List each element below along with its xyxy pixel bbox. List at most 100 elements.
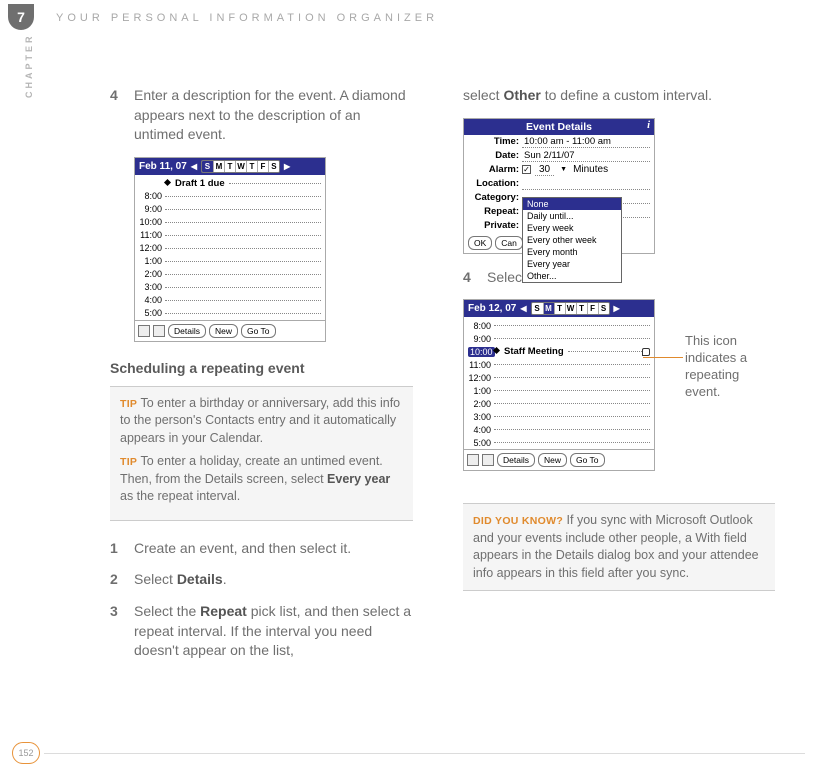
next-arrow-icon[interactable]: ▶: [284, 162, 290, 171]
step-1: 1 Create an event, and then select it.: [110, 539, 413, 559]
date-field[interactable]: Sun 2/11/07: [522, 150, 650, 162]
weekday-cell[interactable]: S: [532, 303, 543, 314]
weekday-cell[interactable]: T: [554, 303, 565, 314]
field-label: Date:: [468, 150, 522, 161]
field-label: Alarm:: [468, 164, 522, 175]
field-label: Time:: [468, 136, 522, 147]
date-label: Feb 11, 07: [139, 161, 187, 172]
did-you-know-box: DID YOU KNOW? If you sync with Microsoft…: [463, 503, 775, 591]
time-label: 11:00: [139, 230, 165, 240]
step-number: 1: [110, 539, 134, 559]
time-label: 10:00: [139, 217, 165, 227]
date-label: Feb 12, 07: [468, 303, 516, 314]
time-field[interactable]: 10:00 am - 11:00 am: [522, 136, 650, 148]
weekday-cell[interactable]: S: [202, 161, 213, 172]
tip-tag: TIP: [120, 456, 137, 468]
dropdown-item[interactable]: Every other week: [523, 234, 621, 246]
weekday-cell[interactable]: F: [587, 303, 598, 314]
step-text: Select Details.: [134, 570, 413, 590]
tip-text: To enter a holiday, create an untimed ev…: [120, 454, 390, 503]
event-title: Staff Meeting: [502, 346, 564, 357]
selected-time: 10:00: [468, 347, 495, 357]
step-number: 2: [110, 570, 134, 590]
calendar-day-view-mock: Feb 11, 07 ◀ S M T W T F S ▶ Draft 1 due: [134, 157, 326, 342]
repeat-dropdown[interactable]: None Daily until... Every week Every oth…: [522, 197, 622, 283]
time-label: 5:00: [139, 308, 165, 318]
time-label: 12:00: [468, 373, 494, 383]
dropdown-item[interactable]: None: [523, 198, 621, 210]
dyk-tag: DID YOU KNOW?: [473, 515, 563, 527]
step-number: 3: [110, 602, 134, 661]
view-icon[interactable]: [482, 454, 494, 466]
tip-box: TIP To enter a birthday or anniversary, …: [110, 386, 413, 521]
step-text: Enter a description for the event. A dia…: [134, 86, 413, 145]
time-label: 3:00: [468, 412, 494, 422]
ok-button[interactable]: OK: [468, 236, 492, 250]
diamond-icon: [164, 179, 171, 186]
calendar-day-view-mock-2: Feb 12, 07 ◀ S M T W T F S ▶ 8:00 9:: [463, 299, 655, 471]
weekday-cell[interactable]: S: [598, 303, 609, 314]
page-header-title: YOUR PERSONAL INFORMATION ORGANIZER: [56, 12, 438, 24]
view-icon[interactable]: [138, 325, 150, 337]
new-button[interactable]: New: [209, 324, 238, 338]
weekday-cell[interactable]: T: [224, 161, 235, 172]
tip-text: To enter a birthday or anniversary, add …: [120, 396, 400, 445]
time-label: 12:00: [139, 243, 165, 253]
weekday-cell[interactable]: T: [246, 161, 257, 172]
time-label: 3:00: [139, 282, 165, 292]
dropdown-item[interactable]: Every month: [523, 246, 621, 258]
dropdown-item[interactable]: Other...: [523, 270, 621, 282]
step-3: 3 Select the Repeat pick list, and then …: [110, 602, 413, 661]
goto-button[interactable]: Go To: [570, 453, 605, 467]
location-field[interactable]: [522, 178, 650, 190]
cancel-button[interactable]: Can: [495, 236, 523, 250]
dropdown-icon[interactable]: ▼: [558, 166, 569, 173]
step-number: 4: [110, 86, 134, 145]
dropdown-item[interactable]: Daily until...: [523, 210, 621, 222]
details-button[interactable]: Details: [497, 453, 535, 467]
section-heading: Scheduling a repeating event: [110, 360, 413, 376]
next-arrow-icon[interactable]: ▶: [614, 304, 620, 313]
field-label: Location:: [468, 178, 522, 189]
repeat-icon: [642, 348, 650, 356]
time-label: 8:00: [139, 191, 165, 201]
weekday-cell[interactable]: F: [257, 161, 268, 172]
time-label: 1:00: [139, 256, 165, 266]
weekday-cell[interactable]: W: [235, 161, 246, 172]
alarm-minutes[interactable]: 30: [535, 164, 554, 176]
field-label: Category:: [468, 192, 522, 203]
footer-rule: [44, 753, 805, 754]
info-icon[interactable]: i: [647, 120, 650, 131]
time-label: 5:00: [468, 438, 494, 448]
view-icon[interactable]: [467, 454, 479, 466]
week-strip[interactable]: S M T W T F S: [531, 302, 610, 315]
week-strip[interactable]: S M T W T F S: [201, 160, 280, 173]
weekday-cell[interactable]: S: [268, 161, 279, 172]
alarm-checkbox[interactable]: ✓: [522, 165, 531, 174]
details-button[interactable]: Details: [168, 324, 206, 338]
prev-arrow-icon[interactable]: ◀: [520, 304, 526, 313]
dropdown-item[interactable]: Every week: [523, 222, 621, 234]
step-text: Create an event, and then select it.: [134, 539, 413, 559]
view-icon[interactable]: [153, 325, 165, 337]
dropdown-item[interactable]: Every year: [523, 258, 621, 270]
new-button[interactable]: New: [538, 453, 567, 467]
time-label: 4:00: [139, 295, 165, 305]
prev-arrow-icon[interactable]: ◀: [191, 162, 197, 171]
weekday-cell[interactable]: W: [565, 303, 576, 314]
chapter-side-label: CHAPTER: [24, 33, 34, 98]
time-label: 9:00: [139, 204, 165, 214]
field-label: Private:: [468, 220, 522, 231]
step-4-intro: 4 Enter a description for the event. A d…: [110, 86, 413, 145]
weekday-cell[interactable]: M: [213, 161, 224, 172]
day-header: Feb 12, 07 ◀ S M T W T F S ▶: [464, 300, 654, 317]
chapter-badge: 7: [8, 4, 34, 30]
weekday-cell[interactable]: M: [543, 303, 554, 314]
dialog-title: Event Details i: [464, 119, 654, 135]
callout-text: This icon indicates a repeating event.: [685, 333, 775, 401]
event-details-mock: Event Details i Time:10:00 am - 11:00 am…: [463, 118, 655, 254]
weekday-cell[interactable]: T: [576, 303, 587, 314]
alarm-unit: Minutes: [573, 164, 608, 175]
time-label: 2:00: [468, 399, 494, 409]
goto-button[interactable]: Go To: [241, 324, 276, 338]
